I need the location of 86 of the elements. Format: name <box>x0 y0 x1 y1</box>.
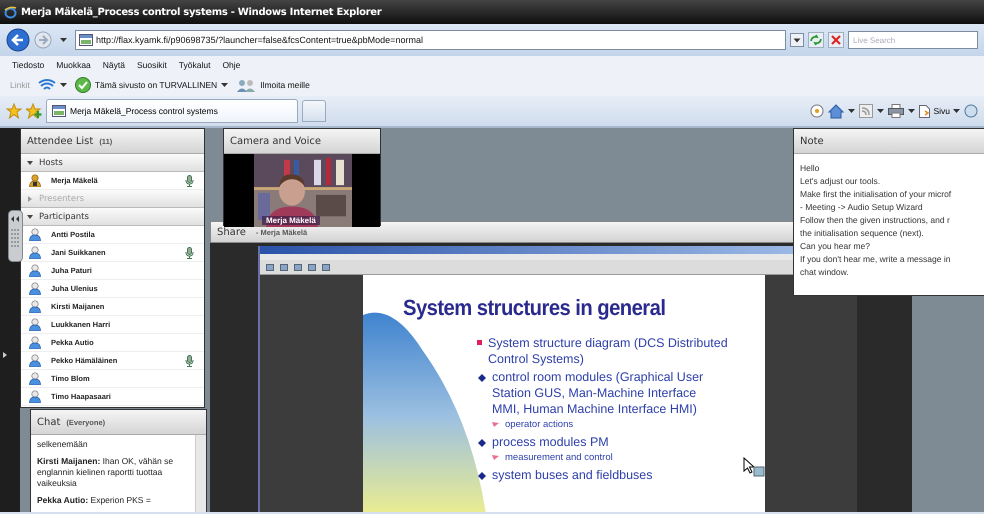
person-icon <box>29 318 41 331</box>
caret-icon[interactable] <box>848 109 856 113</box>
slide-bullet: System structure diagram (DCS Distributed Control Systems) <box>488 335 729 367</box>
link[interactable]: Tämä sivusto on TURVALLINEN <box>94 80 218 90</box>
person-icon <box>29 282 41 295</box>
note-text: Follow then the given instructions, and r <box>800 214 951 227</box>
search-field[interactable]: Live Search <box>848 31 978 49</box>
back-button[interactable] <box>6 28 30 52</box>
panel-title: Attendee List <box>27 136 94 146</box>
chat-message: selkenemään <box>37 439 89 450</box>
note-text: chat window. <box>800 266 850 279</box>
print-icon[interactable] <box>888 104 904 118</box>
circle-icon[interactable] <box>810 104 824 118</box>
bullet-icon <box>492 422 499 427</box>
bullet-icon <box>478 439 486 447</box>
address-field[interactable]: http://flax.kyamk.fi/p90698735/?launcher=false&fcsContent=true&pbMode=normal <box>75 30 786 50</box>
video-caption: Merja Mäkelä <box>262 216 320 225</box>
window-title: Merja Mäkelä_Process control systems - Windows Internet Explorer <box>21 6 382 18</box>
person-icon <box>29 390 41 403</box>
caret-icon[interactable] <box>221 83 228 87</box>
expand-arrow-icon[interactable] <box>3 352 7 358</box>
slide-bullet: operator actions <box>505 418 574 431</box>
menu-item[interactable]: Muokkaa <box>56 60 91 70</box>
wireless-icon[interactable] <box>38 78 56 92</box>
person-icon <box>29 372 41 385</box>
slide-bullet: control room modules (Graphical User Station GUS, Man-Machine Interface MMI, Human Machine Interface HMI) <box>492 369 704 417</box>
slide-title: System structures in general <box>403 295 666 321</box>
browser-tab[interactable]: Merja Mäkelä_Process control systems <box>46 99 298 123</box>
menu-item[interactable]: Näytä <box>102 60 126 70</box>
panel-title: Camera and Voice <box>230 136 322 146</box>
dropdown-button[interactable] <box>790 33 804 47</box>
bullet-icon <box>492 455 499 460</box>
group-header[interactable]: Participants <box>21 208 204 226</box>
group-header[interactable]: Hosts <box>21 154 204 172</box>
caret-icon[interactable] <box>908 109 916 113</box>
browser-logo-icon <box>4 6 17 18</box>
menu-item[interactable]: Tiedosto <box>12 60 44 70</box>
expanded-icon[interactable] <box>27 160 33 166</box>
menu-item[interactable]: Suosikit <box>137 60 167 70</box>
check-icon <box>74 77 91 93</box>
person-icon <box>29 336 41 349</box>
caret-icon[interactable] <box>60 83 67 87</box>
person-icon <box>29 354 41 367</box>
note-text: If you don't hear me, write a message in <box>800 253 952 266</box>
bullet-icon <box>477 340 482 345</box>
note-text: Make first the initialisation of your microf <box>800 188 952 201</box>
caret-icon[interactable] <box>60 38 67 42</box>
person-icon <box>29 228 41 241</box>
link[interactable]: Ilmoita meille <box>260 80 310 90</box>
favorites-star-icon[interactable] <box>6 103 22 119</box>
bullet-icon <box>478 472 486 480</box>
add-favorite-icon[interactable] <box>26 103 42 119</box>
caret-icon[interactable] <box>877 109 884 113</box>
slide-bullet: system buses and fieldbuses <box>492 467 654 483</box>
links-label: Linkit <box>10 80 30 90</box>
person-icon <box>29 264 41 277</box>
host-icon <box>29 174 41 187</box>
slide-bullet: measurement and control <box>505 451 613 464</box>
chat-message: Pekka Autio: Experion PKS = <box>37 495 152 506</box>
panel-title: Share <box>217 226 246 238</box>
menu-item[interactable]: Työkalut <box>178 60 210 70</box>
caret-icon <box>953 109 960 113</box>
page-icon <box>919 104 930 118</box>
panel-title: Chat <box>37 416 60 428</box>
slide-bullet: process modules PM <box>492 434 610 450</box>
person-icon <box>29 246 41 259</box>
page-menu[interactable]: Sivu <box>919 104 960 118</box>
person-icon <box>29 300 41 313</box>
stop-button[interactable] <box>828 32 844 48</box>
people-icon <box>236 78 256 92</box>
note-text: - Meeting -> Audio Setup Wizard <box>800 201 924 214</box>
page-icon <box>52 105 66 117</box>
scrollbar[interactable] <box>195 435 206 512</box>
note-text: Hello <box>800 162 820 175</box>
collapse-handle[interactable] <box>8 210 23 262</box>
note-text: Let's adjust our tools. <box>800 175 882 188</box>
page-icon <box>79 34 93 46</box>
home-icon[interactable] <box>828 104 844 118</box>
help-icon[interactable] <box>964 104 978 118</box>
expanded-icon[interactable] <box>27 214 33 220</box>
note-text: the initialisation sequence (next). <box>800 227 925 240</box>
panel-title: Note <box>800 136 824 146</box>
menu-item[interactable]: Ohje <box>222 60 240 70</box>
chat-message: Kirsti Maijanen: Ihan OK, vähän se englannin kielinen raportti tuottaa vaikeuksia <box>37 456 174 489</box>
note-text: Can you hear me? <box>800 240 871 253</box>
bullet-icon <box>478 374 486 382</box>
